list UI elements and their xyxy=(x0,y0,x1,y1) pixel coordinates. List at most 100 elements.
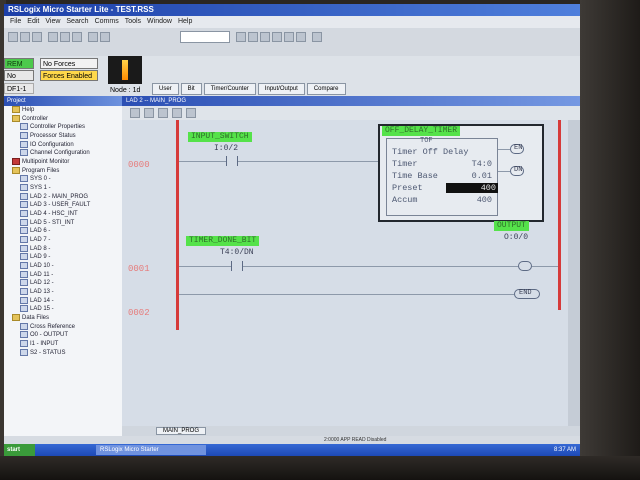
tree-item[interactable]: LAD 14 - xyxy=(4,296,122,306)
rung-number[interactable]: 0001 xyxy=(128,264,150,274)
open-icon[interactable] xyxy=(20,32,30,42)
timer-done-contact[interactable] xyxy=(231,261,243,271)
rung-number[interactable]: 0002 xyxy=(128,308,150,318)
tree-item[interactable]: IO Configuration xyxy=(4,140,122,150)
tree-item[interactable]: LAD 10 - xyxy=(4,262,122,271)
search-combo[interactable] xyxy=(180,31,230,43)
verify-icon[interactable] xyxy=(236,32,246,42)
run-mode-badge[interactable]: REM RUN xyxy=(4,58,34,79)
ote-icon[interactable] xyxy=(186,108,196,118)
undo-icon[interactable] xyxy=(88,32,98,42)
instruction-tab-bit[interactable]: Bit xyxy=(180,83,202,95)
instruction-tab-compare[interactable]: Compare xyxy=(306,83,346,95)
ladder-view[interactable]: 0000 INPUT_SWITCH I:0/2 OFF_DELAY_TIMER … xyxy=(122,120,568,426)
branch-icon[interactable] xyxy=(144,108,154,118)
tree-item[interactable]: Controller xyxy=(4,114,122,124)
tree-item[interactable]: SYS 0 - xyxy=(4,175,122,184)
redo-icon[interactable] xyxy=(100,32,110,42)
timer-done-address: T4:0/DN xyxy=(220,248,254,257)
cut-icon[interactable] xyxy=(48,32,58,42)
rung-number[interactable]: 0000 xyxy=(128,160,150,170)
tree-item[interactable]: LAD 3 - USER_FAULT xyxy=(4,201,122,210)
main-toolbar xyxy=(4,28,580,56)
instruction-tab-user[interactable]: User xyxy=(152,83,179,95)
start-button[interactable]: start xyxy=(4,444,35,456)
menu-file[interactable]: File xyxy=(10,18,21,25)
copy-icon[interactable] xyxy=(60,32,70,42)
menu-comms[interactable]: Comms xyxy=(95,18,119,25)
cross-ref-icon[interactable] xyxy=(296,32,306,42)
tof-timebase-value[interactable]: 0.01 xyxy=(472,171,492,181)
tree-item[interactable]: Channel Configuration xyxy=(4,149,122,158)
tree-item-label: LAD 15 - xyxy=(30,306,54,313)
edits-status: No Edits xyxy=(4,70,34,91)
instruction-tab-timer-counter[interactable]: Timer/Counter xyxy=(203,83,256,95)
input-switch-contact[interactable] xyxy=(226,156,238,166)
clock: 8:37 AM xyxy=(553,447,576,453)
tree-item-label: LAD 6 - xyxy=(30,228,51,235)
tree-item[interactable]: S2 - STATUS xyxy=(4,348,122,358)
editor-toolbar xyxy=(122,106,580,120)
tof-preset-value[interactable]: 400 xyxy=(446,183,498,193)
rung-icon[interactable] xyxy=(130,108,140,118)
file-icon xyxy=(20,140,28,148)
file-icon xyxy=(20,305,28,313)
tree-item[interactable]: LAD 4 - HSC_INT xyxy=(4,210,122,219)
help-icon[interactable] xyxy=(312,32,322,42)
menu-search[interactable]: Search xyxy=(66,18,88,25)
verify-project-icon[interactable] xyxy=(248,32,258,42)
menu-edit[interactable]: Edit xyxy=(27,18,39,25)
tree-item[interactable]: Program Files xyxy=(4,166,122,176)
tree-item[interactable]: O0 - OUTPUT xyxy=(4,331,122,340)
tree-item[interactable]: Help xyxy=(4,106,122,115)
tree-item[interactable]: LAD 5 - STI_INT xyxy=(4,218,122,228)
forces-status[interactable]: No Forces xyxy=(40,58,98,69)
tree-item[interactable]: LAD 6 - xyxy=(4,227,122,236)
instruction-tab-input-output[interactable]: Input/Output xyxy=(257,83,305,95)
taskbar-item-rslogix[interactable]: RSLogix Micro Starter xyxy=(96,445,206,455)
tree-item-label: Program Files xyxy=(22,167,60,174)
tree-item-label: LAD 13 - xyxy=(30,289,54,296)
menu-tools[interactable]: Tools xyxy=(125,18,141,25)
tof-timer-value[interactable]: T4:0 xyxy=(472,159,492,169)
tree-item[interactable]: LAD 2 - MAIN_PROG xyxy=(4,192,122,202)
forces-enabled-badge[interactable]: Forces Enabled xyxy=(40,70,98,81)
tree-item-label: LAD 2 - MAIN_PROG xyxy=(30,193,89,200)
tree-item-label: LAD 10 - xyxy=(30,263,54,270)
tree-item[interactable]: Processor Status xyxy=(4,132,122,141)
folder-icon xyxy=(12,314,20,322)
zoom-in-icon[interactable] xyxy=(272,32,282,42)
folder-icon xyxy=(12,114,20,122)
tree-item[interactable]: LAD 9 - xyxy=(4,253,122,262)
tab-main-prog[interactable]: MAIN_PROG xyxy=(156,427,207,435)
menu-help[interactable]: Help xyxy=(178,18,192,25)
tree-item[interactable]: Cross Reference xyxy=(4,322,122,332)
xio-icon[interactable] xyxy=(172,108,182,118)
file-icon xyxy=(20,288,28,296)
output-coil[interactable] xyxy=(518,261,532,271)
tree-item-label: Controller Properties xyxy=(30,124,86,131)
tof-instruction-block[interactable]: OFF_DELAY_TIMER TOF Timer Off Delay Time… xyxy=(378,124,544,222)
zoom-out-icon[interactable] xyxy=(284,32,294,42)
save-icon[interactable] xyxy=(32,32,42,42)
tree-item[interactable]: LAD 13 - xyxy=(4,288,122,297)
processor-status-area: REM RUN No Edits No Forces Forces Enable… xyxy=(4,56,580,96)
find-icon[interactable] xyxy=(260,32,270,42)
menu-view[interactable]: View xyxy=(45,18,60,25)
tree-item[interactable]: SYS 1 - xyxy=(4,184,122,193)
tree-item[interactable]: LAD 12 - xyxy=(4,279,122,288)
tree-item-label: LAD 8 - xyxy=(30,245,51,252)
new-icon[interactable] xyxy=(8,32,18,42)
tree-item[interactable]: LAD 11 - xyxy=(4,270,122,280)
tree-item[interactable]: I1 - INPUT xyxy=(4,340,122,349)
editor-scrollbar[interactable] xyxy=(568,120,580,426)
tree-item[interactable]: Controller Properties xyxy=(4,123,122,132)
tree-item[interactable]: LAD 8 - xyxy=(4,244,122,254)
tree-item[interactable]: LAD 7 - xyxy=(4,236,122,245)
tree-item[interactable]: Data Files xyxy=(4,314,122,323)
paste-icon[interactable] xyxy=(72,32,82,42)
tree-item[interactable]: LAD 15 - xyxy=(4,305,122,314)
menu-window[interactable]: Window xyxy=(147,18,172,25)
xic-icon[interactable] xyxy=(158,108,168,118)
tree-item[interactable]: Multipoint Monitor xyxy=(4,158,122,167)
